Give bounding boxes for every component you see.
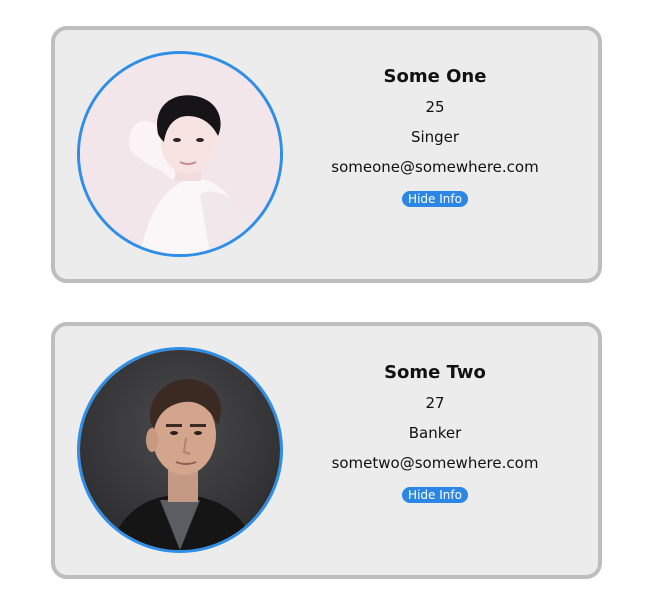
hide-info-button[interactable]: Hide Info [402, 191, 468, 207]
profile-job: Singer [410, 128, 460, 146]
profile-name: Some Two [384, 362, 486, 383]
avatar-image-1 [80, 54, 280, 254]
profile-job: Banker [408, 424, 462, 442]
hide-info-button[interactable]: Hide Info [402, 487, 468, 503]
avatar-image-2 [80, 350, 280, 550]
profile-info: Some One 25 Singer someone@somewhere.com… [317, 66, 553, 207]
profile-email: sometwo@somewhere.com [331, 454, 539, 472]
profile-photo [77, 347, 283, 553]
profile-name: Some One [383, 66, 487, 87]
profile-age: 25 [425, 98, 445, 116]
profile-age: 27 [425, 394, 445, 412]
profile-card-1: Some One 25 Singer someone@somewhere.com… [51, 26, 602, 283]
profile-card-2: Some Two 27 Banker sometwo@somewhere.com… [51, 322, 602, 579]
profile-photo [77, 51, 283, 257]
profile-info: Some Two 27 Banker sometwo@somewhere.com… [317, 362, 553, 503]
profile-email: someone@somewhere.com [331, 158, 539, 176]
